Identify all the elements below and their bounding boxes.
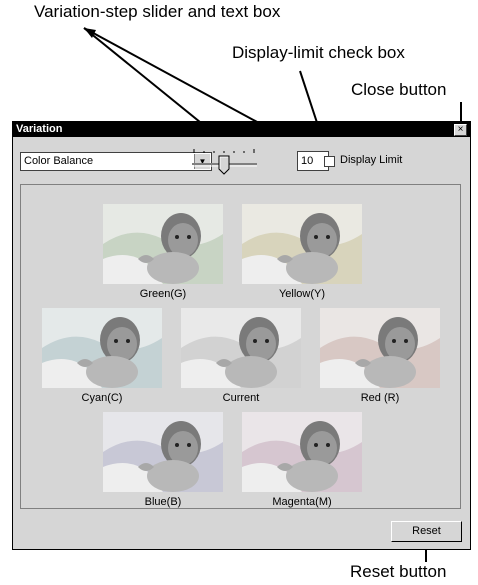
mode-select-value: Color Balance [24, 155, 94, 167]
reset-button[interactable]: Reset [391, 521, 462, 542]
variation-thumbnail[interactable] [103, 412, 223, 492]
variation-step-slider[interactable] [191, 146, 259, 176]
close-icon: × [457, 124, 464, 135]
variation-thumbnail[interactable] [42, 308, 162, 388]
mode-select[interactable]: Color Balance ▼ [20, 152, 212, 171]
variation-label: Red (R) [360, 392, 400, 404]
variation-label: Cyan(C) [81, 392, 123, 404]
display-limit-label: Display Limit [340, 154, 403, 166]
variation-label: Blue(B) [144, 496, 182, 508]
variation-label: Green(G) [139, 288, 187, 300]
variation-thumbnail[interactable] [181, 308, 301, 388]
dialog-titlebar[interactable]: Variation × [13, 122, 470, 137]
slider-thumb [218, 155, 230, 175]
variation-label: Magenta(M) [272, 496, 332, 508]
variation-thumbnail[interactable] [103, 204, 223, 284]
dialog-title: Variation [16, 123, 63, 135]
variation-thumbnail[interactable] [320, 308, 440, 388]
variation-dialog: Variation × Color Balance ▼ 10 Display L… [12, 121, 471, 550]
close-button[interactable]: × [454, 124, 467, 136]
display-limit-checkbox[interactable] [324, 156, 335, 167]
variation-label: Yellow(Y) [278, 288, 326, 300]
variation-thumbnail[interactable] [242, 412, 362, 492]
variation-thumbnail[interactable] [242, 204, 362, 284]
variation-label: Current [222, 392, 260, 404]
